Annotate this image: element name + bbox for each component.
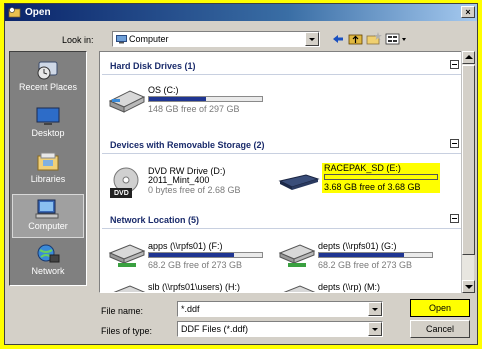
libraries-icon (37, 152, 59, 171)
place-label: Network (31, 266, 65, 276)
place-label: Computer (28, 221, 68, 231)
place-network[interactable]: Network (12, 240, 84, 284)
recent-places-icon (37, 61, 58, 80)
open-folder-icon (8, 7, 21, 18)
drive-item-m[interactable]: depts (\\rp) (M:) (278, 282, 448, 292)
drive-item-g[interactable]: depts (\\rpfs01) (G:) 68.2 GB free of 27… (278, 241, 448, 275)
drive-item-h[interactable]: slb (\\rpfs01\users) (H:) (108, 282, 278, 292)
cancel-button[interactable]: Cancel (410, 320, 470, 338)
drive-free-space: 3.68 GB free of 3.68 GB (324, 182, 421, 192)
chevron-down-icon[interactable] (368, 322, 382, 336)
vertical-scrollbar[interactable] (461, 51, 475, 293)
drive-usage-bar (324, 174, 438, 180)
sd-card-icon (278, 174, 320, 190)
drive-name: RACEPAK_SD (E:) (324, 163, 401, 173)
filetype-select[interactable]: DDF Files (*.ddf) (177, 321, 383, 337)
computer-icon (35, 199, 59, 219)
file-list[interactable]: Hard Disk Drives (1) OS (C:) 148 GB free… (99, 51, 464, 293)
scroll-down-icon[interactable] (462, 280, 475, 293)
drive-free-space: 148 GB free of 297 GB (148, 104, 240, 114)
filename-input[interactable]: *.ddf (177, 301, 383, 317)
scroll-thumb[interactable] (462, 65, 475, 255)
network-drive-icon (108, 244, 146, 267)
drive-item-c[interactable]: OS (C:) 148 GB free of 297 GB (108, 85, 278, 119)
group-header-network-location[interactable]: Network Location (5) (110, 215, 199, 225)
place-label: Libraries (30, 174, 66, 184)
chevron-down-icon[interactable] (305, 32, 319, 46)
drive-free-space: 68.2 GB free of 273 GB (148, 260, 243, 270)
drive-item-f[interactable]: apps (\\rpfs01) (F:) 68.2 GB free of 273… (108, 241, 278, 275)
network-drive-icon (113, 285, 146, 292)
filename-label: File name: (101, 306, 144, 316)
drive-name: depts (\\rp) (M:) (318, 282, 381, 292)
filetype-value: DDF Files (*.ddf) (181, 324, 249, 334)
group-divider (102, 228, 463, 229)
group-header-removable-storage[interactable]: Devices with Removable Storage (2) (110, 140, 265, 150)
network-drive-icon (283, 285, 316, 292)
drive-free-space: 68.2 GB free of 273 GB (318, 260, 413, 270)
group-header-hard-disk-drives[interactable]: Hard Disk Drives (1) (110, 61, 196, 71)
window-title: Open (25, 7, 51, 18)
drive-usage-bar (318, 252, 433, 258)
views-menu-icon[interactable] (385, 31, 409, 47)
collapse-group-icon[interactable] (450, 139, 459, 148)
group-divider (102, 153, 463, 154)
open-dialog: Open × Look in: Computer Recent Places D… (4, 3, 478, 345)
places-bar: Recent Places Desktop Libraries Computer… (9, 51, 87, 286)
drive-item-d[interactable]: DVD DVD RW Drive (D:) 2011_Mint_400 0 by… (108, 166, 278, 200)
drive-usage-bar (148, 252, 263, 258)
hard-drive-icon (108, 90, 146, 113)
filename-value: *.ddf (181, 304, 200, 314)
lookin-label: Look in: (62, 35, 94, 45)
network-drive-icon (278, 244, 316, 267)
drive-name: depts (\\rpfs01) (G:) (318, 241, 397, 251)
place-label: Recent Places (18, 82, 78, 92)
new-folder-icon[interactable] (366, 31, 382, 47)
desktop-icon (36, 107, 60, 125)
place-label: Desktop (31, 128, 65, 138)
network-icon (37, 244, 60, 263)
drive-name: slb (\\rpfs01\users) (H:) (148, 282, 241, 292)
drive-item-e[interactable]: RACEPAK_SD (E:) 3.68 GB free of 3.68 GB (278, 163, 448, 197)
drive-volume-label: 2011_Mint_400 (148, 175, 210, 185)
title-bar: Open × (5, 4, 477, 21)
filetype-label: Files of type: (101, 326, 153, 336)
drive-free-space: 0 bytes free of 2.68 GB (148, 185, 241, 195)
place-desktop[interactable]: Desktop (12, 102, 84, 146)
place-libraries[interactable]: Libraries (12, 148, 84, 192)
dvd-badge: DVD (114, 190, 129, 197)
collapse-group-icon[interactable] (450, 214, 459, 223)
chevron-down-icon[interactable] (368, 302, 382, 316)
place-computer[interactable]: Computer (12, 194, 84, 238)
close-button[interactable]: × (461, 6, 475, 18)
drive-name: apps (\\rpfs01) (F:) (148, 241, 223, 251)
group-divider (102, 74, 463, 75)
computer-small-icon (116, 35, 127, 44)
open-button[interactable]: Open (410, 299, 470, 317)
back-icon[interactable] (331, 31, 345, 47)
place-recent-places[interactable]: Recent Places (12, 56, 84, 100)
lookin-value: Computer (129, 34, 169, 44)
collapse-group-icon[interactable] (450, 60, 459, 69)
scroll-up-icon[interactable] (462, 51, 475, 64)
lookin-combo[interactable]: Computer (112, 31, 320, 47)
drive-name: OS (C:) (148, 85, 179, 95)
drive-usage-bar (148, 96, 263, 102)
up-folder-icon[interactable] (348, 31, 364, 47)
